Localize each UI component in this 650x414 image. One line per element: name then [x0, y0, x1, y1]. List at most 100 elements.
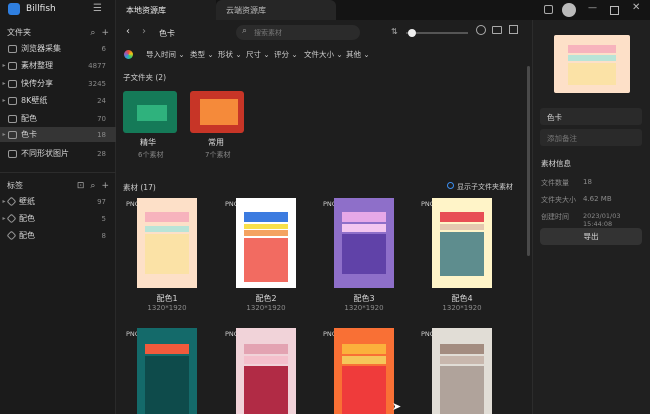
tab-local-library[interactable]: 本地资源库	[116, 0, 216, 20]
sidebar-tag-label: 壁纸	[19, 197, 35, 206]
sidebar: Billfish ☰ 文件夹 ⌕ + 浏览器采集 6 ▸ 素材整理 4877 ▸…	[0, 0, 116, 414]
folder-name: 色卡	[547, 113, 562, 122]
material-thumbnail[interactable]	[432, 328, 492, 414]
tab-label: 云端资源库	[226, 5, 266, 15]
filter-other[interactable]: 其他 ⌄	[346, 49, 370, 60]
filter-type[interactable]: 类型 ⌄	[190, 49, 214, 60]
menu-icon[interactable]: ☰	[93, 3, 102, 14]
breadcrumb[interactable]: 色卡	[159, 28, 175, 39]
sidebar-item-browser-collect[interactable]: 浏览器采集 6	[0, 41, 116, 56]
subfolders-header[interactable]: 子文件夹 (2)	[123, 72, 166, 83]
subfolder-card[interactable]	[190, 91, 244, 133]
subfolder-card[interactable]	[123, 91, 177, 133]
search-input[interactable]: ⌕ 搜索素材	[236, 25, 360, 40]
info-value: 4.62 MB	[583, 195, 612, 203]
zoom-slider[interactable]	[406, 29, 468, 37]
swatch	[244, 230, 288, 236]
sidebar-item-label: 快传分享	[21, 79, 53, 88]
sidebar-item-count: 3245	[88, 79, 106, 88]
material-size: 1320*1920	[344, 304, 384, 312]
monitor-icon[interactable]	[492, 26, 502, 34]
scrollbar[interactable]	[527, 66, 530, 256]
materials-header[interactable]: 素材 (17)	[123, 182, 156, 193]
sidebar-tag-wallpaper[interactable]: ▸ 壁纸 97	[0, 194, 116, 209]
export-button[interactable]: 导出	[540, 228, 642, 245]
sidebar-item-8k-wallpaper[interactable]: ▸ 8K壁纸 24	[0, 93, 116, 108]
back-icon[interactable]: ‹	[126, 26, 130, 37]
sidebar-tag-count: 97	[97, 197, 106, 206]
filter-shape[interactable]: 形状 ⌄	[218, 49, 242, 60]
folder-icon	[8, 61, 17, 70]
info-key: 文件数量	[541, 179, 569, 187]
info-key: 文件夹大小	[541, 196, 576, 204]
swatch	[244, 356, 288, 364]
swatch	[440, 344, 484, 354]
color-filter-icon[interactable]	[124, 50, 133, 59]
material-thumbnail[interactable]	[236, 198, 296, 288]
swatch	[145, 226, 189, 232]
show-subfolder-label: 显示子文件夹素材	[457, 183, 513, 191]
panel-toggle-icon[interactable]	[544, 5, 553, 14]
filter-rating[interactable]: 评分 ⌄	[274, 49, 298, 60]
info-title: 素材信息	[541, 159, 571, 168]
sidebar-item-color-scheme[interactable]: 配色 70	[0, 111, 116, 126]
show-subfolder-checkbox[interactable]	[447, 182, 454, 189]
sidebar-item-label: 8K壁纸	[21, 96, 48, 105]
filter-import-time[interactable]: 导入时间 ⌄	[146, 49, 185, 60]
sidebar-tag-color-1[interactable]: ▸ 配色 5	[0, 211, 116, 226]
sidebar-item-shape-images[interactable]: 不同形状图片 28	[0, 146, 116, 161]
material-thumbnail[interactable]	[137, 328, 197, 414]
zoom-slider-handle[interactable]	[408, 29, 416, 37]
search-icon[interactable]: ⌕	[90, 181, 95, 191]
maximize-icon[interactable]	[610, 6, 619, 15]
export-label: 导出	[583, 232, 599, 241]
mouse-cursor-icon: ➤	[392, 400, 402, 413]
filter-size[interactable]: 尺寸 ⌄	[246, 49, 270, 60]
tags-section-header: 标签 ⊡ ⌕ +	[7, 180, 109, 191]
minimize-icon[interactable]: —	[588, 3, 597, 13]
material-name: 配色1	[156, 294, 178, 303]
tab-label: 本地资源库	[126, 5, 166, 15]
material-name: 配色3	[353, 294, 375, 303]
material-thumbnail[interactable]	[236, 328, 296, 414]
material-size: 1320*1920	[442, 304, 482, 312]
sidebar-tag-label: 配色	[19, 214, 35, 223]
info-icon[interactable]	[476, 25, 486, 35]
sidebar-item-color-card[interactable]: ▸ 色卡 18	[0, 127, 116, 142]
swatch	[342, 356, 386, 364]
sidebar-item-material-sort[interactable]: ▸ 素材整理 4877	[0, 58, 116, 73]
avatar[interactable]	[562, 3, 576, 17]
swatch	[440, 232, 484, 276]
sort-icon[interactable]: ⇅	[391, 27, 398, 36]
add-folder-icon[interactable]: +	[101, 28, 109, 38]
forward-icon[interactable]: ›	[142, 26, 146, 37]
tab-cloud-library[interactable]: 云端资源库	[216, 0, 336, 20]
sidebar-tag-count: 5	[101, 214, 106, 223]
sidebar-item-quick-share[interactable]: ▸ 快传分享 3245	[0, 76, 116, 91]
add-tag-icon[interactable]: +	[101, 181, 109, 191]
info-key: 创建时间	[541, 213, 569, 221]
material-thumbnail[interactable]	[334, 198, 394, 288]
search-icon[interactable]: ⌕	[90, 28, 95, 38]
filter-file-size[interactable]: 文件大小 ⌄	[304, 49, 343, 60]
material-size: 1320*1920	[147, 304, 187, 312]
swatch	[568, 55, 616, 61]
note-input[interactable]: 添加备注	[540, 129, 642, 146]
close-icon[interactable]: ✕	[632, 2, 640, 13]
sidebar-tag-color-2[interactable]: 配色 8	[0, 228, 116, 243]
sidebar-item-count: 4877	[88, 61, 106, 70]
subfolder-count: 6个素材	[138, 151, 164, 159]
folder-icon	[8, 149, 17, 158]
subfolder-count: 7个素材	[205, 151, 231, 159]
bookmark-icon[interactable]: ⊡	[77, 181, 85, 191]
sidebar-item-label: 配色	[21, 114, 37, 123]
info-value: 2023/01/03 15:44:08	[583, 212, 621, 228]
grid-view-icon[interactable]	[509, 25, 518, 34]
folder-name-input[interactable]: 色卡	[540, 108, 642, 125]
sidebar-item-count: 70	[97, 114, 106, 123]
material-thumbnail[interactable]	[334, 328, 394, 414]
folders-section-header: 文件夹 ⌕ +	[7, 27, 109, 38]
material-thumbnail[interactable]	[137, 198, 197, 288]
material-thumbnail[interactable]	[432, 198, 492, 288]
swatch	[244, 212, 288, 222]
